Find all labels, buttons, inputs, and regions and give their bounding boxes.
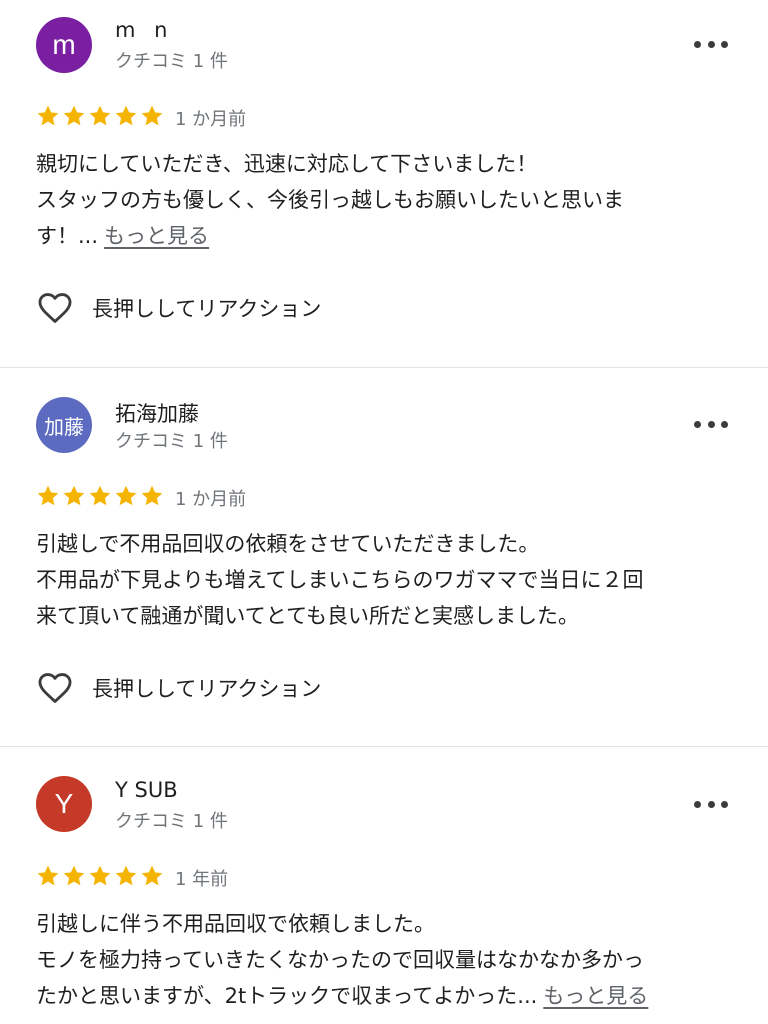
star-icon bbox=[141, 865, 163, 886]
star-rating bbox=[36, 864, 164, 888]
avatar-initial: Y bbox=[54, 788, 74, 819]
star-icon bbox=[63, 105, 85, 126]
review-text-line: スタッフの方も優しく、今後引っ越しもお願いしたいと思いま bbox=[36, 188, 624, 212]
more-horiz-icon[interactable] bbox=[694, 38, 728, 50]
reviewer-review-count: クチコミ 1 件 bbox=[115, 811, 228, 832]
review-text: 引越しで不用品回収の依頼をさせていただきました。 不用品が下見よりも増えてしまい… bbox=[36, 526, 736, 634]
heart-icon bbox=[38, 293, 72, 323]
review-text: 引越しに伴う不用品回収で依頼しました。 モノを極力持っていきたくなかったので回収… bbox=[36, 906, 736, 1014]
more-horiz-icon[interactable] bbox=[694, 798, 728, 810]
review-date: 1 か月前 bbox=[175, 109, 247, 130]
reaction-label: 長押ししてリアクション bbox=[92, 297, 322, 321]
star-icon bbox=[89, 865, 111, 886]
review-text-line: す！... もっと見る bbox=[36, 218, 736, 254]
review-text-tail: す！... bbox=[36, 224, 99, 248]
star-rating bbox=[36, 484, 164, 508]
star-icon bbox=[141, 105, 163, 126]
heart-icon bbox=[38, 673, 72, 703]
review-text-line: 引越しに伴う不用品回収で依頼しました。 bbox=[36, 912, 435, 936]
review-date: 1 か月前 bbox=[175, 489, 247, 510]
review-text-line: 引越しで不用品回収の依頼をさせていただきました。 bbox=[36, 532, 540, 556]
review-text-tail: たかと思いますが、2tトラックで収まってよかった... bbox=[36, 984, 538, 1008]
star-icon bbox=[115, 105, 137, 126]
review-card: m m n クチコミ 1 件 1 か月前 親切にしていただき、迅速に対応して下さ… bbox=[0, 0, 768, 367]
review-text-line: 不用品が下見よりも増えてしまいこちらのワガママで当日に２回 bbox=[36, 568, 644, 592]
avatar-initial: m bbox=[52, 29, 76, 60]
reviewer-review-count: クチコミ 1 件 bbox=[115, 51, 228, 72]
reviewer-name[interactable]: Y SUB bbox=[115, 778, 178, 802]
review-card: Y Y SUB クチコミ 1 件 1 年前 引越しに伴う不用品回収で依頼しました… bbox=[0, 747, 768, 1024]
avatar-initial: 加藤 bbox=[44, 414, 84, 439]
reaction-button[interactable]: 長押ししてリアクション bbox=[36, 289, 321, 327]
star-rating bbox=[36, 104, 164, 128]
reviews-list: m m n クチコミ 1 件 1 か月前 親切にしていただき、迅速に対応して下さ… bbox=[0, 0, 768, 1024]
star-icon bbox=[89, 105, 111, 126]
reviewer-avatar[interactable]: 加藤 bbox=[36, 397, 92, 453]
star-icon bbox=[63, 865, 85, 886]
star-icon bbox=[37, 865, 59, 886]
star-icon bbox=[63, 485, 85, 506]
review-text-line: 来て頂いて融通が聞いてとても良い所だと実感しました。 bbox=[36, 604, 580, 628]
star-icon bbox=[115, 865, 137, 886]
star-icon bbox=[115, 485, 137, 506]
review-text: 親切にしていただき、迅速に対応して下さいました！ スタッフの方も優しく、今後引っ… bbox=[36, 146, 736, 254]
star-icon bbox=[141, 485, 163, 506]
reviewer-avatar[interactable]: Y bbox=[36, 776, 92, 832]
reviewer-review-count: クチコミ 1 件 bbox=[115, 431, 228, 452]
more-horiz-icon[interactable] bbox=[694, 418, 728, 430]
reviewer-name[interactable]: m n bbox=[115, 18, 173, 42]
review-card: 加藤 拓海加藤 クチコミ 1 件 1 か月前 引越しで不用品回収の依頼をさせてい… bbox=[0, 368, 768, 746]
more-link[interactable]: もっと見る bbox=[543, 984, 648, 1008]
star-icon bbox=[37, 485, 59, 506]
star-icon bbox=[37, 105, 59, 126]
review-date: 1 年前 bbox=[175, 869, 229, 890]
reaction-label: 長押ししてリアクション bbox=[92, 677, 322, 701]
review-text-line: たかと思いますが、2tトラックで収まってよかった... もっと見る bbox=[36, 978, 736, 1014]
review-text-line: 親切にしていただき、迅速に対応して下さいました！ bbox=[36, 152, 538, 176]
reviewer-avatar[interactable]: m bbox=[36, 17, 92, 73]
reviewer-name[interactable]: 拓海加藤 bbox=[115, 398, 199, 428]
reaction-button[interactable]: 長押ししてリアクション bbox=[36, 669, 321, 707]
review-text-line: モノを極力持っていきたくなかったので回収量はなかなか多かっ bbox=[36, 948, 644, 972]
more-link[interactable]: もっと見る bbox=[104, 224, 209, 248]
star-icon bbox=[89, 485, 111, 506]
